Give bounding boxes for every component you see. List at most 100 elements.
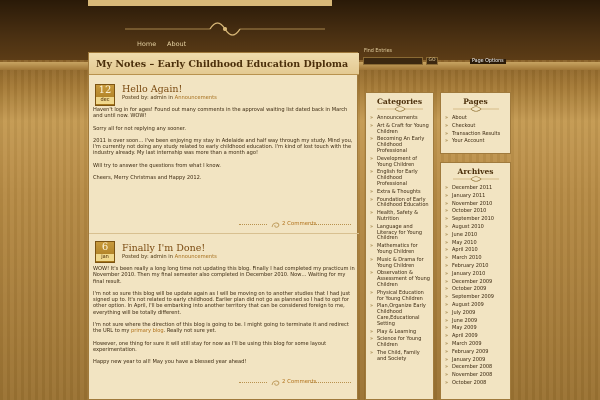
categories-widget: Categories Announcements Art & Craft for… <box>365 92 434 400</box>
category-item[interactable]: Plan,Organize Early Childhood Care,Educa… <box>370 303 430 328</box>
comments-bar: 2 Comments <box>89 220 359 232</box>
archive-item[interactable]: May 2009 <box>445 325 507 333</box>
widget-ornament-icon <box>452 176 499 182</box>
comments-ornament-icon <box>271 380 280 386</box>
post-category-link[interactable]: Announcements <box>175 254 217 260</box>
category-item[interactable]: Extra & Thoughts <box>370 189 430 197</box>
category-item[interactable]: Foundation of Early Childhood Education <box>370 197 430 211</box>
category-item[interactable]: Observation & Assessment of Young Childr… <box>370 270 430 289</box>
pages-list: About Checkout Transaction Results Your … <box>445 115 507 146</box>
date-month: jan <box>96 254 114 261</box>
category-item[interactable]: Art & Craft for Young Children <box>370 123 430 137</box>
category-item[interactable]: The Child, Family and Society <box>370 350 430 364</box>
primary-blog-link[interactable]: primary blog <box>131 328 164 334</box>
archive-item[interactable]: January 2011 <box>445 193 507 201</box>
archive-item[interactable]: September 2009 <box>445 294 507 302</box>
post-author: Posted by: admin in <box>122 254 173 260</box>
archive-item[interactable]: January 2010 <box>445 271 507 279</box>
nav-home[interactable]: Home <box>137 40 156 48</box>
post-title[interactable]: Hello Again! <box>122 84 182 95</box>
post-paragraph: Sorry all for not replying any sooner. <box>93 125 186 132</box>
category-item[interactable]: Mathematics for Young Children <box>370 243 430 257</box>
comments-flourish <box>311 224 351 228</box>
comments-flourish <box>239 224 267 228</box>
page-item[interactable]: Checkout <box>445 123 507 131</box>
archive-item[interactable]: December 2011 <box>445 185 507 193</box>
archive-item[interactable]: December 2009 <box>445 279 507 287</box>
post-paragraph: However, one thing for sure it will stil… <box>93 340 327 353</box>
site-title[interactable]: My Notes – Early Childhood Education Dip… <box>89 53 359 75</box>
archive-item[interactable]: August 2009 <box>445 302 507 310</box>
widget-ornament-icon <box>376 106 423 112</box>
post-text: . Really not sure yet. <box>163 328 217 335</box>
post-paragraph: Will try to answer the questions from wh… <box>93 162 221 169</box>
main-nav: Home About <box>0 38 600 52</box>
page-options-link[interactable]: Page Options <box>470 59 506 64</box>
category-item[interactable]: Play & Learning <box>370 329 430 337</box>
header-plate <box>88 0 332 6</box>
archive-item[interactable]: January 2009 <box>445 357 507 365</box>
date-day: 12 <box>98 85 112 96</box>
archives-widget: Archives December 2011 January 2011 Nove… <box>440 162 511 400</box>
post-paragraph: I'm not so sure this blog will be update… <box>93 290 351 316</box>
date-badge: 12 dec <box>95 84 115 106</box>
category-item[interactable]: Language and Literacy for Young Children <box>370 224 430 243</box>
archive-item[interactable]: February 2010 <box>445 263 507 271</box>
header-flourish-icon <box>125 22 325 36</box>
main-content: My Notes – Early Childhood Education Dip… <box>88 52 359 400</box>
category-item[interactable]: Health, Safety & Nutrition <box>370 210 430 224</box>
category-item[interactable]: Music & Drama for Young Children <box>370 257 430 271</box>
archive-item[interactable]: April 2009 <box>445 333 507 341</box>
category-item[interactable]: Physical Education for Young Children <box>370 290 430 304</box>
widget-title: Categories <box>376 97 423 106</box>
post-author: Posted by: admin in <box>122 95 173 101</box>
widget-title: Pages <box>463 97 488 106</box>
category-item[interactable]: Announcements <box>370 115 430 123</box>
post-paragraph: Haven't log in for ages! Found out many … <box>93 107 348 120</box>
widget-ornament-icon <box>452 106 499 112</box>
archive-item[interactable]: June 2009 <box>445 318 507 326</box>
post-paragraph: Cheers, Merry Christmas and Happy 2012. <box>93 175 202 182</box>
archive-item[interactable]: October 2010 <box>445 208 507 216</box>
search-input[interactable] <box>363 57 423 65</box>
widget-title: Archives <box>457 167 494 176</box>
category-item[interactable]: Becoming An Early Childhood Professional <box>370 136 430 155</box>
comments-ornament-icon <box>271 222 280 228</box>
post-meta: Posted by: admin in Announcements <box>122 254 217 260</box>
categories-list: Announcements Art & Craft for Young Chil… <box>370 115 430 363</box>
archive-item[interactable]: August 2010 <box>445 224 507 232</box>
post: 6 jan Finally I'm Done! Posted by: admin… <box>89 233 359 400</box>
post-paragraph: 2011 is over soon… I've been enjoying my… <box>93 137 353 157</box>
archive-item[interactable]: October 2009 <box>445 286 507 294</box>
category-item[interactable]: Development of Young Children <box>370 156 430 170</box>
pages-widget: Pages About Checkout Transaction Results… <box>440 92 511 154</box>
archive-item[interactable]: October 2008 <box>445 380 507 388</box>
archive-item[interactable]: April 2010 <box>445 247 507 255</box>
archive-item[interactable]: July 2009 <box>445 310 507 318</box>
archive-item[interactable]: November 2008 <box>445 372 507 380</box>
post-title[interactable]: Finally I'm Done! <box>122 243 205 254</box>
search-go-button[interactable]: GO <box>426 57 438 65</box>
post-paragraph: I'm not sure where the direction of this… <box>93 322 355 335</box>
category-item[interactable]: English for Early Childhood Professional <box>370 169 430 188</box>
page-item[interactable]: Your Account <box>445 138 507 146</box>
archive-item[interactable]: November 2010 <box>445 201 507 209</box>
archive-item[interactable]: March 2010 <box>445 255 507 263</box>
archive-item[interactable]: March 2009 <box>445 341 507 349</box>
archive-item[interactable]: September 2010 <box>445 216 507 224</box>
category-item[interactable]: Science for Young Children <box>370 336 430 350</box>
archives-list: December 2011 January 2011 November 2010… <box>445 185 507 388</box>
archive-item[interactable]: June 2010 <box>445 232 507 240</box>
date-month: dec <box>96 97 114 104</box>
post-body: Haven't log in for ages! Found out many … <box>93 107 355 187</box>
archive-item[interactable]: February 2009 <box>445 349 507 357</box>
comments-bar: 2 Comments <box>89 378 359 390</box>
nav-about[interactable]: About <box>167 40 186 48</box>
page-item[interactable]: About <box>445 115 507 123</box>
post-meta: Posted by: admin in Announcements <box>122 95 217 101</box>
post-category-link[interactable]: Announcements <box>175 95 217 101</box>
page-item[interactable]: Transaction Results <box>445 131 507 139</box>
post: 12 dec Hello Again! Posted by: admin in … <box>89 81 359 231</box>
archive-item[interactable]: December 2008 <box>445 364 507 372</box>
archive-item[interactable]: May 2010 <box>445 240 507 248</box>
